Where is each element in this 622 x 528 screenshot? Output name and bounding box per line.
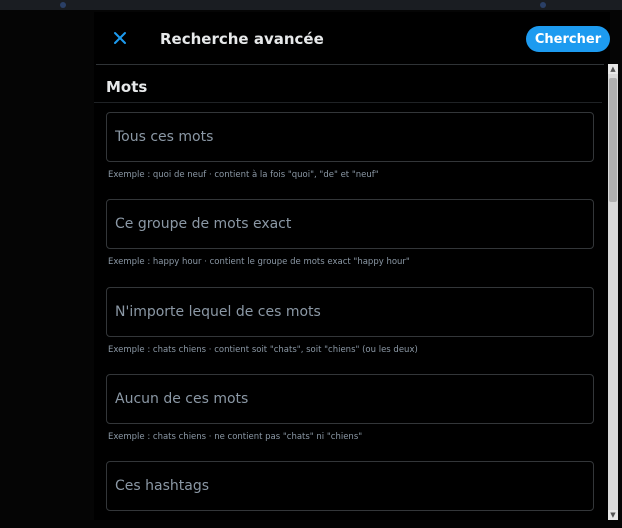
close-button[interactable] [108,26,132,50]
scroll-up-arrow-icon[interactable]: ▲ [608,64,618,74]
modal-title: Recherche avancée [160,30,324,48]
background-icon [60,2,66,8]
scroll-thumb[interactable] [609,78,617,202]
exact-phrase-field[interactable] [106,199,594,249]
exact-phrase-hint: Exemple : happy hour · contient le group… [108,257,410,267]
modal-scrollbar[interactable]: ▲ ▼ [608,64,618,520]
section-title-words: Mots [106,78,148,96]
all-words-hint: Exemple : quoi de neuf · contient à la f… [108,170,379,180]
section-divider [94,102,602,103]
any-words-field[interactable] [106,287,594,337]
background-top-bar [0,0,622,10]
all-words-input[interactable] [107,113,593,161]
none-words-hint: Exemple : chats chiens · ne contient pas… [108,432,363,442]
advanced-search-modal: Recherche avancée Chercher Mots Exemple … [94,12,610,520]
hashtags-field[interactable] [106,461,594,511]
none-words-input[interactable] [107,375,593,423]
any-words-hint: Exemple : chats chiens · contient soit "… [108,345,418,355]
close-icon [114,32,126,44]
search-button[interactable]: Chercher [526,26,610,52]
all-words-field[interactable] [106,112,594,162]
scroll-down-arrow-icon[interactable]: ▼ [608,510,618,520]
hashtags-input[interactable] [107,462,593,510]
exact-phrase-input[interactable] [107,200,593,248]
any-words-input[interactable] [107,288,593,336]
modal-header: Recherche avancée Chercher [94,12,610,64]
none-words-field[interactable] [106,374,594,424]
header-divider [96,64,604,65]
background-icon [540,2,546,8]
